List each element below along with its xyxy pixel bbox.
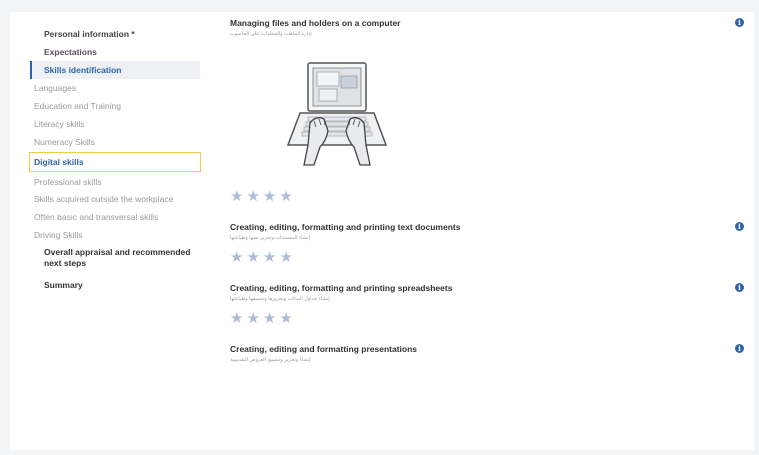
skill-card: Creating, editing, formatting and printi…	[230, 283, 750, 326]
sidebar-item-digital-skills[interactable]: Digital skills	[29, 152, 201, 172]
skill-subtitle-arabic: إنشاء وتحرير وتنسيق العروض التقديمية	[230, 357, 311, 363]
sidebar-item-professional-skills[interactable]: Professional skills	[30, 173, 200, 191]
star-icon[interactable]: ★	[230, 311, 243, 326]
sidebar-item-driving-skills[interactable]: Driving Skills	[30, 226, 200, 244]
star-icon[interactable]: ★	[263, 250, 276, 265]
sidebar-item-skills-outside-workplace[interactable]: Skills acquired outside the workplace	[30, 191, 200, 208]
skill-title: Managing files and holders on a computer	[230, 18, 401, 28]
rating-stars: ★ ★ ★ ★	[230, 189, 750, 204]
star-icon[interactable]: ★	[230, 189, 243, 204]
rating-stars: ★ ★ ★ ★	[230, 250, 750, 265]
sidebar-item-languages[interactable]: Languages	[30, 79, 200, 97]
skill-subtitle-arabic: إنشاء جداول البيانات وتحريرها وتنسيقها و…	[230, 296, 330, 302]
star-icon[interactable]: ★	[279, 250, 292, 265]
skill-title: Creating, editing, formatting and printi…	[230, 283, 453, 293]
star-icon[interactable]: ★	[263, 311, 276, 326]
sidebar-item-overall-appraisal[interactable]: Overall appraisal and recommended next s…	[30, 244, 200, 272]
sidebar-item-personal-information[interactable]: Personal information *	[30, 25, 200, 43]
info-icon[interactable]: i	[735, 344, 744, 353]
star-icon[interactable]: ★	[246, 311, 259, 326]
skill-card: Managing files and holders on a computer…	[230, 18, 750, 204]
skill-title: Creating, editing, formatting and printi…	[230, 222, 461, 232]
sidebar-item-basic-transversal-skills[interactable]: Often basic and transversal skills	[30, 208, 200, 226]
rating-stars: ★ ★ ★ ★	[230, 311, 750, 326]
sidebar-item-summary[interactable]: Summary	[30, 276, 200, 294]
info-icon[interactable]: i	[735, 18, 744, 27]
info-icon[interactable]: i	[735, 222, 744, 231]
skill-card: Creating, editing, formatting and printi…	[230, 222, 750, 265]
sidebar-item-education-training[interactable]: Education and Training	[30, 97, 200, 115]
sidebar-item-numeracy-skills[interactable]: Numeracy Skills	[30, 133, 200, 151]
laptop-typing-illustration	[286, 62, 388, 166]
info-icon[interactable]: i	[735, 283, 744, 292]
star-icon[interactable]: ★	[263, 189, 276, 204]
skill-subtitle-arabic: إدارة الملفات والمجلدات على الحاسوب	[230, 31, 312, 37]
star-icon[interactable]: ★	[279, 189, 292, 204]
sidebar-nav: Personal information * Expectations Skil…	[29, 25, 201, 294]
skill-subtitle-arabic: إنشاء المستندات وتحرير نصها وطباعتها	[230, 235, 310, 241]
sidebar-item-skills-identification[interactable]: Skills identification	[30, 61, 200, 79]
sidebar-item-expectations[interactable]: Expectations	[30, 43, 200, 61]
skill-title: Creating, editing and formatting present…	[230, 344, 418, 354]
skills-main: Managing files and holders on a computer…	[230, 18, 750, 363]
skill-card: Creating, editing and formatting present…	[230, 344, 750, 363]
star-icon[interactable]: ★	[279, 311, 292, 326]
sidebar-item-literacy-skills[interactable]: Literacy skills	[30, 115, 200, 133]
star-icon[interactable]: ★	[246, 189, 259, 204]
star-icon[interactable]: ★	[246, 250, 259, 265]
star-icon[interactable]: ★	[230, 250, 243, 265]
